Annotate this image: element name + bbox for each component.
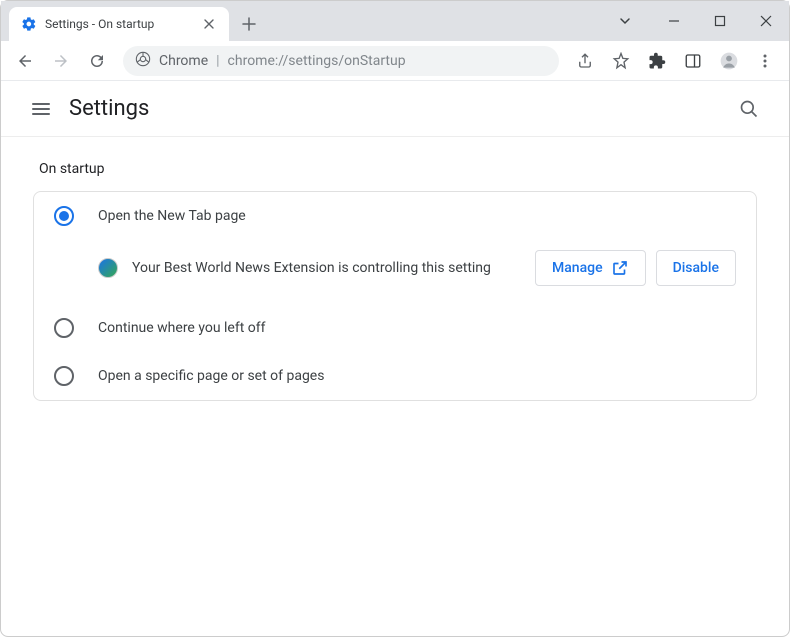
chevron-down-icon[interactable] <box>609 1 641 41</box>
maximize-button[interactable] <box>697 1 743 41</box>
window-controls <box>609 1 789 41</box>
side-panel-icon[interactable] <box>677 45 709 77</box>
omnibox-scheme: Chrome <box>159 53 208 69</box>
window-titlebar: Settings - On startup <box>1 1 789 41</box>
option-label: Continue where you left off <box>98 320 266 336</box>
close-window-button[interactable] <box>743 1 789 41</box>
tab-title: Settings - On startup <box>45 17 193 31</box>
close-tab-button[interactable] <box>201 16 217 32</box>
omnibox-separator: | <box>216 53 219 69</box>
radio-unselected[interactable] <box>54 318 74 338</box>
chrome-icon <box>135 51 151 71</box>
disable-button[interactable]: Disable <box>656 250 736 286</box>
page-title: Settings <box>69 96 149 121</box>
extensions-icon[interactable] <box>641 45 673 77</box>
share-icon[interactable] <box>569 45 601 77</box>
reload-button[interactable] <box>81 45 113 77</box>
extension-actions: Manage Disable <box>535 250 736 286</box>
new-tab-button[interactable] <box>235 10 263 38</box>
disable-label: Disable <box>673 260 719 276</box>
option-open-new-tab[interactable]: Open the New Tab page <box>34 192 756 240</box>
extension-icon <box>98 258 118 278</box>
option-label: Open a specific page or set of pages <box>98 368 324 384</box>
startup-options-card: Open the New Tab page Your Best World Ne… <box>33 191 757 401</box>
radio-selected[interactable] <box>54 206 74 226</box>
browser-toolbar: Chrome | chrome://settings/onStartup <box>1 41 789 81</box>
back-button[interactable] <box>9 45 41 77</box>
browser-tab[interactable]: Settings - On startup <box>9 7 229 41</box>
external-link-icon <box>611 259 629 277</box>
extension-notice: Your Best World News Extension is contro… <box>34 240 756 304</box>
manage-button[interactable]: Manage <box>535 250 646 286</box>
section-title: On startup <box>39 161 757 177</box>
radio-unselected[interactable] <box>54 366 74 386</box>
menu-button[interactable] <box>21 89 61 129</box>
omnibox-url: chrome://settings/onStartup <box>228 53 406 69</box>
option-specific-pages[interactable]: Open a specific page or set of pages <box>34 352 756 400</box>
settings-header: Settings <box>1 81 789 137</box>
menu-icon[interactable] <box>749 45 781 77</box>
address-bar[interactable]: Chrome | chrome://settings/onStartup <box>123 46 559 76</box>
option-label: Open the New Tab page <box>98 208 246 224</box>
gear-icon <box>21 16 37 32</box>
settings-content: On startup Open the New Tab page Your Be… <box>1 137 789 425</box>
extension-notice-text: Your Best World News Extension is contro… <box>132 260 521 276</box>
forward-button[interactable] <box>45 45 77 77</box>
option-continue[interactable]: Continue where you left off <box>34 304 756 352</box>
manage-label: Manage <box>552 260 603 276</box>
search-button[interactable] <box>729 89 769 129</box>
bookmark-icon[interactable] <box>605 45 637 77</box>
profile-icon[interactable] <box>713 45 745 77</box>
minimize-button[interactable] <box>651 1 697 41</box>
